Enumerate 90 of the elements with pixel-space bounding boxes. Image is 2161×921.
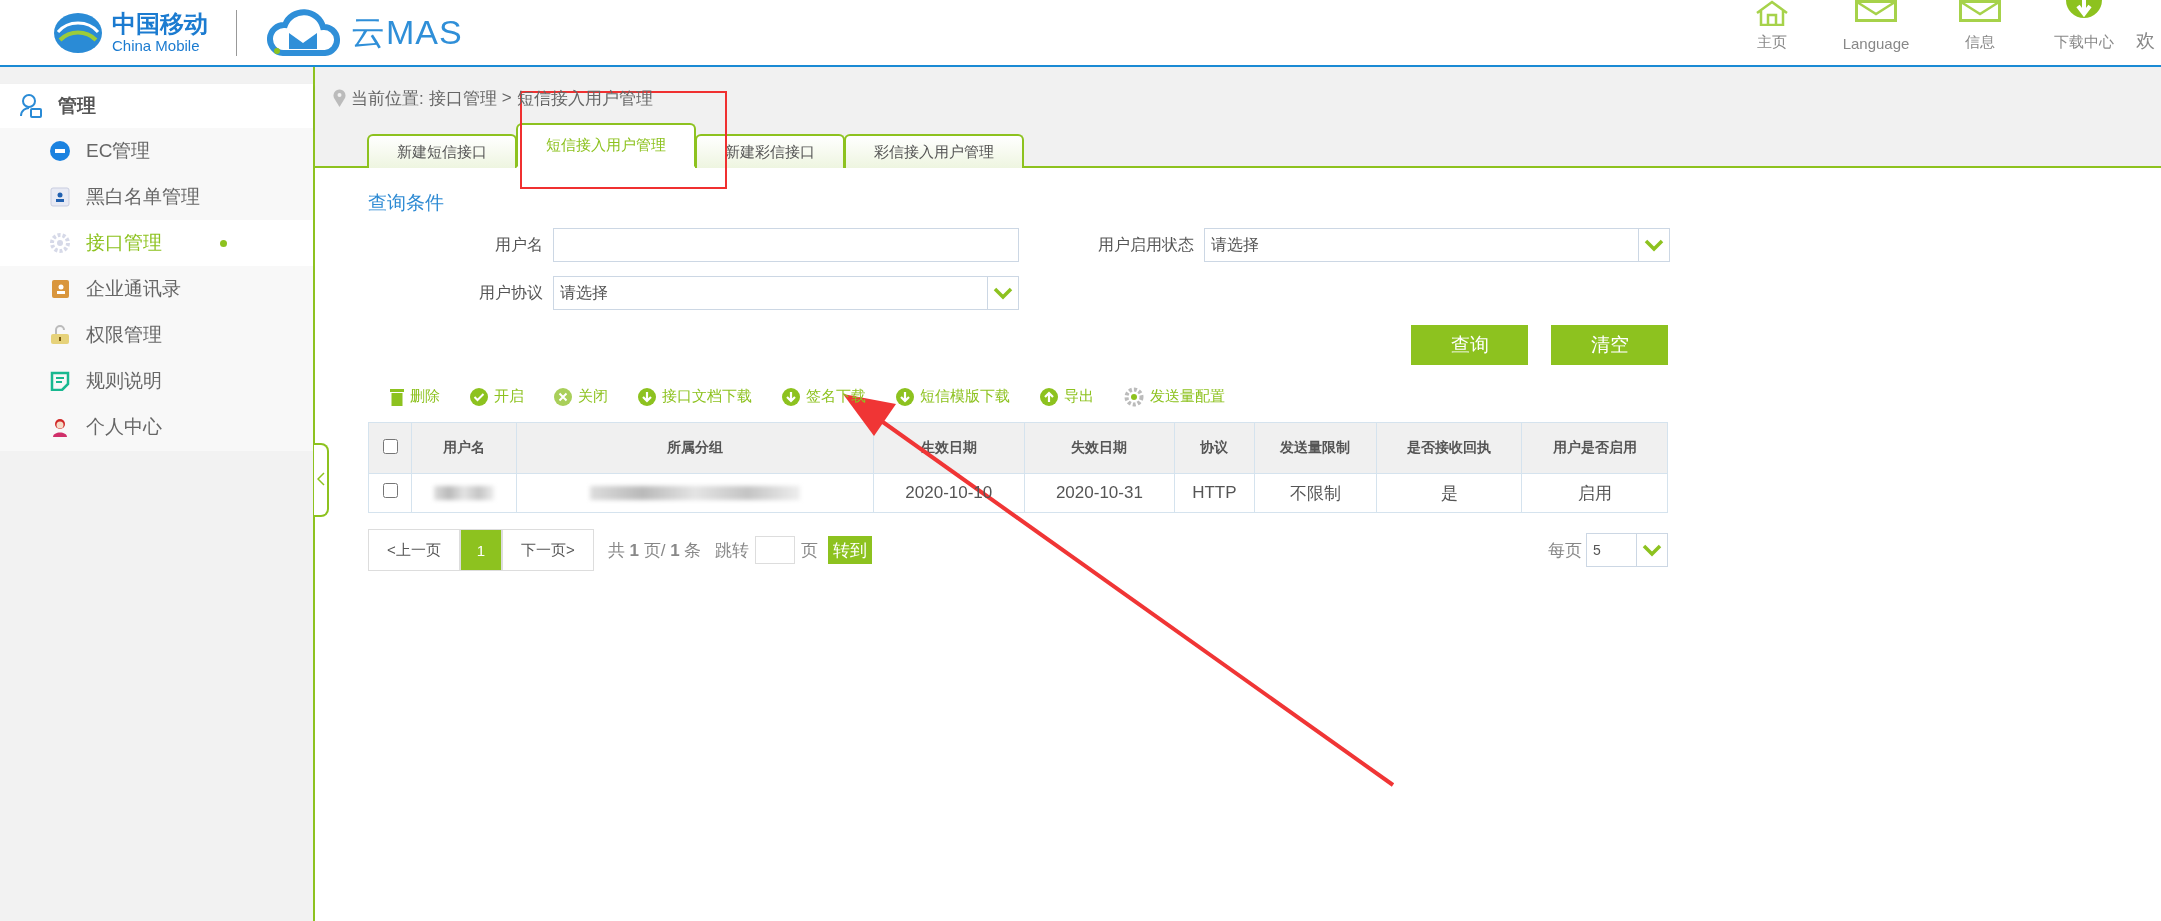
breadcrumb-item[interactable]: 接口管理 (428, 86, 497, 110)
tab[interactable]: 新建彩信接口 (695, 134, 845, 168)
jump-label: 跳转 (715, 539, 750, 562)
select-field[interactable]: 请选择 (1204, 228, 1670, 262)
previous-page-button[interactable]: <上一页 (368, 529, 460, 571)
redacted-text (434, 486, 495, 500)
download-icon (896, 387, 914, 406)
gear-icon (50, 233, 70, 253)
table-cell: 是 (1376, 473, 1522, 513)
breadcrumb-label: 当前位置: (351, 87, 424, 110)
address-book-icon (50, 279, 70, 299)
sidebar-item[interactable]: 黑白名单管理 (0, 174, 313, 220)
cloud-mail-logo-icon (267, 8, 341, 57)
column-header: 用户名 (411, 422, 517, 474)
sidebar-item[interactable]: 规则说明 (0, 358, 313, 404)
product-name: 云MAS (351, 11, 463, 53)
toolbar-action[interactable]: 开启 (470, 387, 524, 406)
location-pin-icon (333, 89, 346, 107)
sidebar-item[interactable]: 接口管理 (0, 220, 313, 266)
toolbar-action[interactable]: 导出 (1040, 387, 1094, 406)
gear-icon (1124, 386, 1144, 407)
active-dot (220, 239, 227, 247)
next-page-button[interactable]: 下一页> (502, 529, 594, 571)
nav-link[interactable]: 下载中心 (2032, 0, 2136, 52)
table-cell: 2020-10-31 (1024, 473, 1175, 513)
table-cell: HTTP (1174, 473, 1254, 513)
collapse-button[interactable] (314, 443, 329, 517)
toolbar-action[interactable]: 关闭 (554, 387, 608, 406)
nav-link[interactable]: Language (1824, 0, 1928, 52)
field-label: 用户启用状态 (1097, 234, 1195, 255)
column-header: 失效日期 (1024, 422, 1175, 474)
toolbar-action[interactable]: 删除 (390, 387, 440, 406)
trash-icon (390, 387, 404, 406)
upload-icon (1040, 387, 1058, 406)
tab[interactable]: 短信接入用户管理 (516, 123, 696, 168)
sidebar-item[interactable]: EC管理 (0, 128, 313, 174)
nav-link[interactable]: 主页 (1720, 0, 1824, 52)
column-header: 是否接收回执 (1376, 422, 1522, 474)
per-page-label: 每页 (1548, 539, 1582, 562)
chevron-down-icon (1644, 238, 1664, 252)
sidebar-item[interactable]: 个人中心 (0, 404, 313, 450)
sidebar-item[interactable]: 企业通讯录 (0, 266, 313, 312)
select-all-checkbox[interactable] (382, 439, 398, 454)
table-cell: 不限制 (1254, 473, 1377, 513)
welcome-text: 欢 (2136, 29, 2156, 53)
chevron-down-icon (1642, 543, 1662, 557)
input-field[interactable] (553, 228, 1019, 262)
column-header: 所属分组 (516, 422, 874, 474)
padlock-icon (50, 325, 70, 345)
contact-card-icon (50, 187, 70, 207)
check-circle-icon (470, 387, 488, 406)
page-unit: 页 (801, 539, 819, 562)
document-icon (50, 371, 70, 391)
download-icon (782, 387, 800, 406)
row-checkbox[interactable] (382, 483, 398, 498)
table-cell: 启用 (1521, 473, 1668, 513)
brand-name-english: China Mobile (112, 38, 201, 53)
chevron-left-icon (316, 471, 325, 486)
user-avatar-icon (50, 417, 70, 437)
envelope-icon (1959, 0, 2001, 22)
envelope-icon (1855, 0, 1897, 22)
tab[interactable]: 彩信接入用户管理 (844, 134, 1024, 168)
brand-name: 中国移动 (112, 12, 208, 36)
nav-link[interactable]: 信息 (1928, 0, 2032, 52)
column-header: 用户是否启用 (1521, 422, 1668, 474)
download-icon (638, 387, 656, 406)
page-summary: 共 1 页/ 1 条 (607, 539, 702, 562)
toolbar-action[interactable]: 短信模版下载 (896, 387, 1010, 406)
toolbar-action[interactable]: 发送量配置 (1124, 386, 1225, 407)
column-header: 协议 (1174, 422, 1254, 474)
select-field[interactable]: 请选择 (553, 276, 1019, 310)
field-label: 用户协议 (478, 282, 544, 303)
section-title: 查询条件 (368, 191, 445, 215)
go-button[interactable]: 转到 (828, 536, 873, 564)
sidebar-title: 管理 (58, 94, 96, 118)
column-header: 发送量限制 (1254, 422, 1377, 474)
tab[interactable]: 新建短信接口 (367, 134, 517, 168)
chevron-down-icon (993, 286, 1013, 300)
user-icon (20, 94, 42, 118)
home-icon (1754, 0, 1790, 26)
page-number[interactable]: 1 (459, 529, 503, 571)
close-circle-icon (554, 387, 572, 406)
per-page-select[interactable]: 5 (1586, 533, 1668, 567)
toolbar-action[interactable]: 接口文档下载 (638, 387, 752, 406)
field-label: 用户名 (494, 234, 544, 255)
clear-button[interactable]: 清空 (1551, 325, 1668, 365)
search-button[interactable]: 查询 (1411, 325, 1528, 365)
breadcrumb-separator: > (501, 88, 512, 108)
sidebar-item[interactable]: 权限管理 (0, 312, 313, 358)
page-input[interactable] (755, 536, 796, 564)
